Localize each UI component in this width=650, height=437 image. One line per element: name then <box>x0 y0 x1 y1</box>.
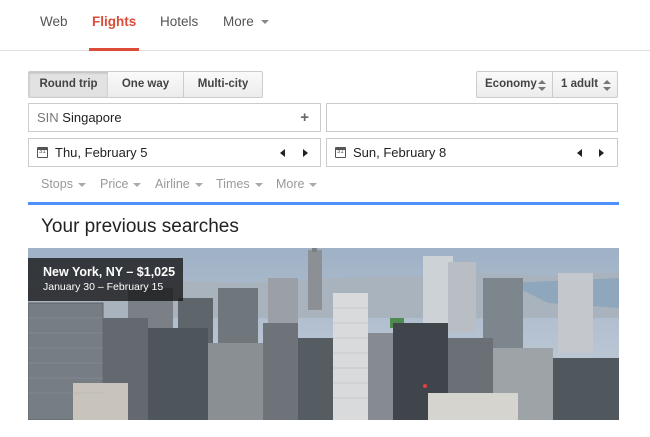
filter-airline-label: Airline <box>155 177 190 191</box>
section-divider <box>28 202 619 205</box>
filter-times[interactable]: Times <box>216 177 263 191</box>
tab-flights[interactable]: Flights <box>88 0 140 51</box>
tab-more-label: More <box>223 14 254 29</box>
tab-flights-label: Flights <box>92 14 137 29</box>
filter-stops[interactable]: Stops <box>41 177 86 191</box>
prev-arrow-icon[interactable] <box>280 149 285 157</box>
caret-down-icon <box>194 182 203 187</box>
filter-price-label: Price <box>100 177 129 191</box>
caret-down-icon <box>260 20 269 25</box>
search-route-price: New York, NY – $1,025 <box>43 265 176 279</box>
destination-field[interactable] <box>326 103 618 132</box>
filter-stops-label: Stops <box>41 177 73 191</box>
next-arrow-icon[interactable] <box>599 149 604 157</box>
calendar-icon-text: 31 <box>39 149 46 155</box>
return-date-field[interactable]: 31 Sun, February 8 <box>326 138 618 167</box>
next-arrow-icon[interactable] <box>303 149 308 157</box>
multi-city-button[interactable]: Multi-city <box>184 71 263 98</box>
cabin-class-value: Economy <box>485 78 537 90</box>
caret-down-icon <box>77 182 86 187</box>
tab-hotels-label: Hotels <box>160 14 199 29</box>
origin-code: SIN <box>37 110 59 125</box>
filter-airline[interactable]: Airline <box>155 177 203 191</box>
calendar-icon: 31 <box>335 147 346 158</box>
top-nav: Web Flights Hotels More <box>0 0 650 51</box>
filter-times-label: Times <box>216 177 250 191</box>
caret-down-icon <box>254 182 263 187</box>
origin-city: Singapore <box>62 110 122 125</box>
search-dates: January 30 – February 15 <box>43 281 164 293</box>
tab-web[interactable]: Web <box>40 0 68 51</box>
depart-date-value: Thu, February 5 <box>55 145 148 160</box>
one-way-label: One way <box>121 78 170 90</box>
caret-down-icon <box>309 182 318 187</box>
filter-price[interactable]: Price <box>100 177 142 191</box>
depart-date-field[interactable]: 31 Thu, February 5 <box>28 138 321 167</box>
cabin-class-select[interactable]: Economy <box>476 71 553 98</box>
prev-arrow-icon[interactable] <box>577 149 582 157</box>
previous-search-card[interactable]: New York, NY – $1,025 January 30 – Febru… <box>28 248 619 420</box>
return-date-value: Sun, February 8 <box>353 145 447 160</box>
passengers-select[interactable]: 1 adult <box>553 71 618 98</box>
tab-hotels[interactable]: Hotels <box>160 0 198 51</box>
filter-more[interactable]: More <box>276 177 318 191</box>
round-trip-button[interactable]: Round trip <box>28 71 109 98</box>
calendar-icon: 31 <box>37 147 48 158</box>
updown-icon <box>603 80 611 91</box>
caret-down-icon <box>133 182 142 187</box>
origin-field[interactable]: SIN Singapore + <box>28 103 321 132</box>
passengers-value: 1 adult <box>561 78 599 90</box>
multi-city-label: Multi-city <box>197 78 249 90</box>
one-way-button[interactable]: One way <box>108 71 184 98</box>
calendar-icon-text: 31 <box>337 149 344 155</box>
filter-more-label: More <box>276 177 305 191</box>
tab-web-label: Web <box>40 14 68 29</box>
plus-icon[interactable]: + <box>300 104 309 131</box>
updown-icon <box>538 80 546 91</box>
previous-searches-title: Your previous searches <box>41 216 239 237</box>
round-trip-label: Round trip <box>39 78 98 90</box>
search-caption: New York, NY – $1,025 January 30 – Febru… <box>28 258 183 301</box>
tab-more[interactable]: More <box>223 0 269 51</box>
